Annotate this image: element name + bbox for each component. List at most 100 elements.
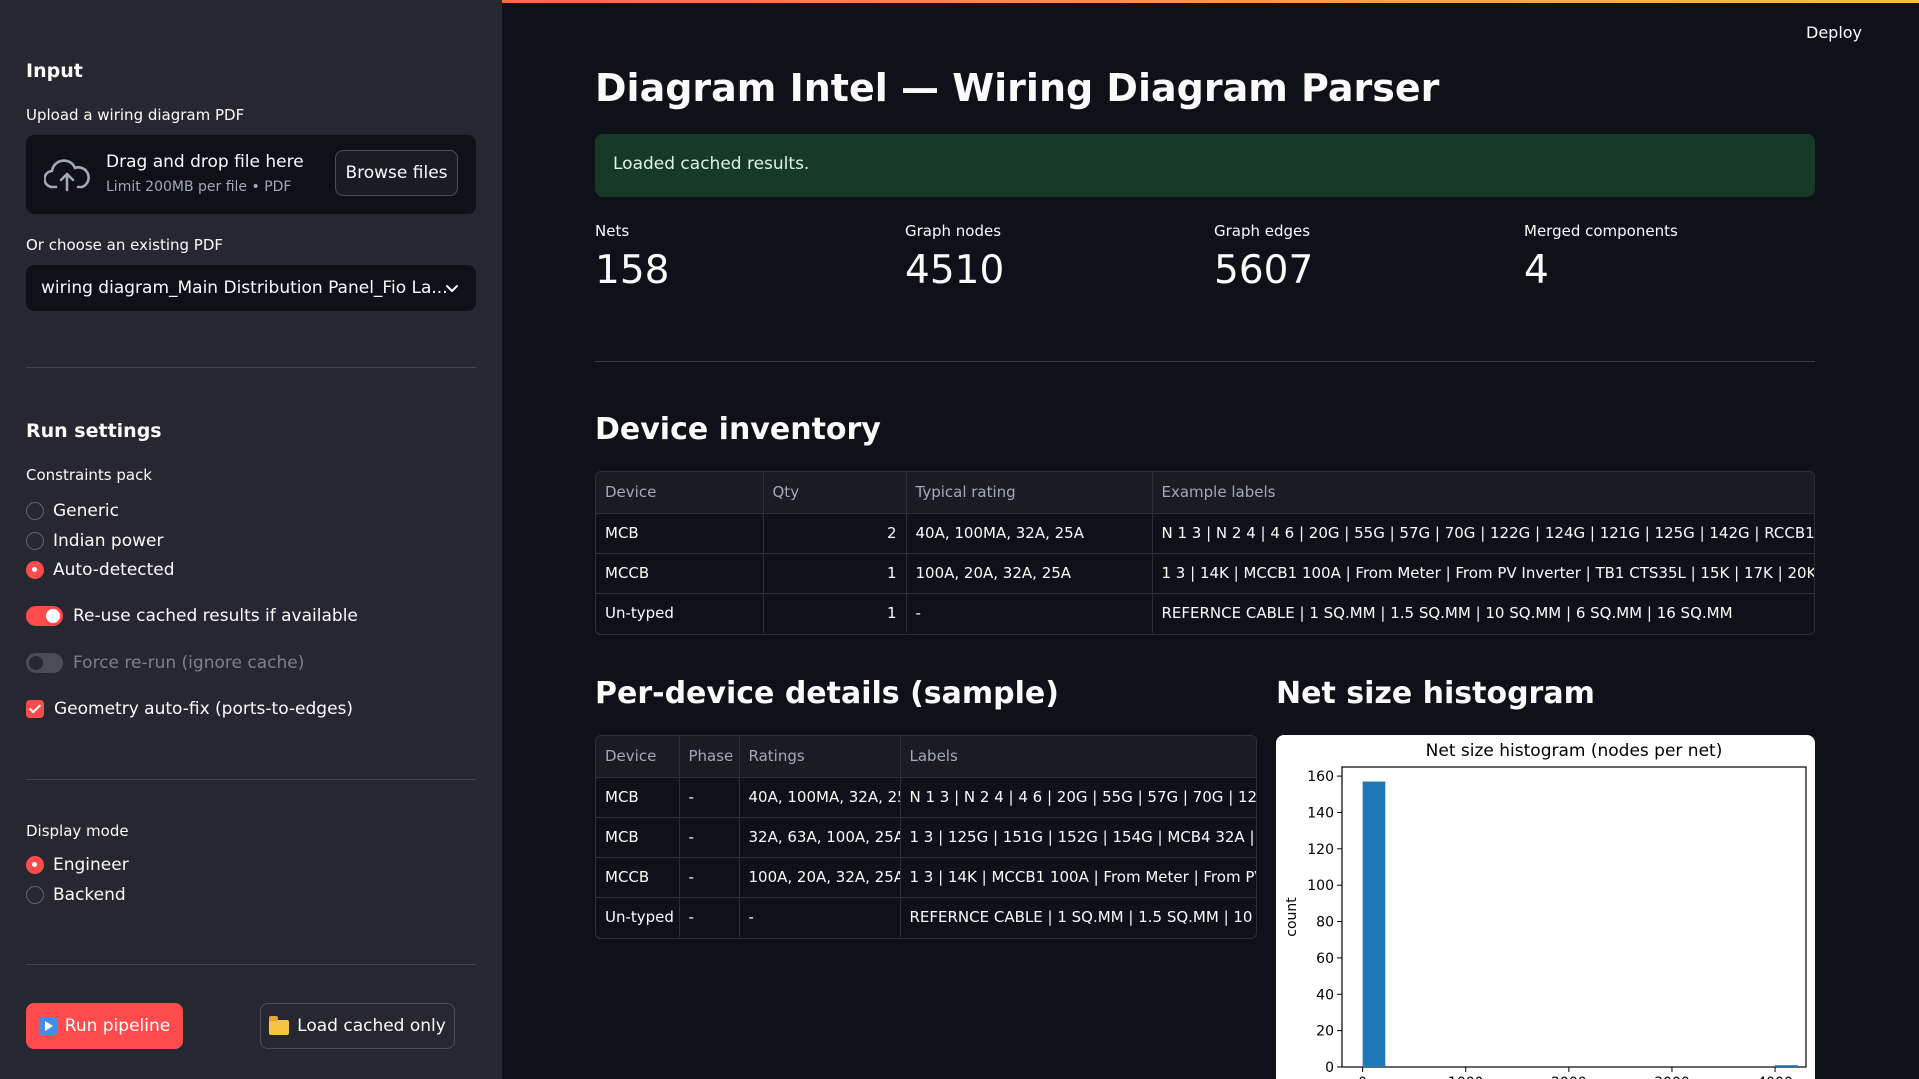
toggle-switch-on[interactable] <box>26 606 63 626</box>
plot-frame <box>1341 766 1807 1068</box>
histogram-svg: Net size histogram (nodes per net) 0 20 40 6… <box>1284 741 1807 1079</box>
table-cell[interactable]: MCCB <box>596 553 764 594</box>
radio-display-backend[interactable]: Backend <box>26 883 126 907</box>
table-cell[interactable]: 1 3 | 14K | MCCB1 100A | From Meter | Fr… <box>1152 553 1814 594</box>
table-cell[interactable]: 1 <box>763 553 907 594</box>
radio-constraints-auto-detected[interactable]: Auto-detected <box>26 558 175 582</box>
y-tick-label: 60 <box>1316 951 1334 967</box>
histogram-chart: Net size histogram (nodes per net) 0 20 40 6… <box>1276 735 1815 1079</box>
table-cell[interactable]: 40A, 100MA, 32A, 25A <box>906 513 1153 554</box>
table-cell[interactable]: - <box>906 593 1153 633</box>
load-cached-label: Load cached only <box>297 1016 446 1036</box>
radio-button[interactable] <box>26 886 44 904</box>
table-row: MCB 2 40A, 100MA, 32A, 25A N 1 3 | N 2 4… <box>596 513 1814 554</box>
y-tick-label: 0 <box>1325 1060 1334 1076</box>
radio-button-selected[interactable] <box>26 561 44 579</box>
reuse-cache-toggle[interactable]: Re-use cached results if available <box>26 604 358 628</box>
radio-label: Engineer <box>53 855 129 875</box>
column-header[interactable]: Qty <box>763 472 907 514</box>
y-tick-label: 80 <box>1316 915 1334 931</box>
checkbox-checked[interactable] <box>26 700 44 718</box>
device-inventory-table[interactable]: Device Qty Typical rating Example labels… <box>595 471 1815 635</box>
table-cell[interactable]: N 1 3 | N 2 4 | 4 6 | 20G | 55G | 57G | … <box>1152 513 1814 554</box>
metric-value-graph-edges: 5607 <box>1214 248 1314 293</box>
radio-display-engineer[interactable]: Engineer <box>26 853 129 877</box>
table-cell[interactable]: 1 <box>763 593 907 633</box>
table-cell[interactable]: 1 3 | 125G | 151G | 152G | 154G | MCB4 3… <box>900 817 1256 858</box>
table-cell[interactable]: - <box>679 897 740 937</box>
column-header[interactable]: Ratings <box>739 736 901 778</box>
metric-label-merged-components: Merged components <box>1524 222 1678 240</box>
sidebar: Input Upload a wiring diagram PDF Drag a… <box>0 0 502 1079</box>
x-tick-label: 1000 <box>1448 1075 1484 1079</box>
folder-icon <box>269 1015 290 1035</box>
radio-label: Backend <box>53 885 126 905</box>
constraints-pack-label: Constraints pack <box>26 466 152 484</box>
per-device-details-table[interactable]: Device Phase Ratings Labels MCB - 40A, 1… <box>595 735 1257 939</box>
table-cell[interactable]: 100A, 20A, 32A, 25A <box>906 553 1153 594</box>
chart-title: Net size histogram (nodes per net) <box>1426 741 1723 761</box>
metric-label-graph-edges: Graph edges <box>1214 222 1311 240</box>
column-header[interactable]: Device <box>596 472 764 514</box>
table-row: Un-typed - - REFERNCE CABLE | 1 SQ.MM | … <box>596 897 1257 937</box>
table-row: MCB - 40A, 100MA, 32A, 25A N 1 3 | N 2 4… <box>596 777 1256 818</box>
run-pipeline-label: Run pipeline <box>64 1016 171 1036</box>
table-header-row: Device Qty Typical rating Example labels <box>596 472 1814 514</box>
table-row: MCB - 32A, 63A, 100A, 25A 1 3 | 125G | 1… <box>596 817 1256 858</box>
column-header[interactable]: Device <box>596 736 680 778</box>
geometry-autofix-checkbox[interactable]: Geometry auto-fix (ports-to-edges) <box>26 697 353 721</box>
run-pipeline-button[interactable]: Run pipeline <box>26 1003 183 1049</box>
metric-label-nets: Nets <box>595 222 630 240</box>
force-rerun-toggle[interactable]: Force re-run (ignore cache) <box>26 651 304 675</box>
table-cell[interactable]: 100A, 20A, 32A, 25A <box>739 857 901 898</box>
file-uploader-dropzone[interactable]: Drag and drop file here Limit 200MB per … <box>26 135 476 214</box>
table-cell[interactable]: 1 3 | 14K | MCCB1 100A | From Meter | Fr… <box>900 857 1256 898</box>
toggle-switch-off[interactable] <box>26 653 63 673</box>
column-header[interactable]: Typical rating <box>906 472 1153 514</box>
device-inventory-heading: Device inventory <box>595 412 881 447</box>
column-header[interactable]: Example labels <box>1152 472 1814 514</box>
x-tick-label: 0 <box>1358 1075 1367 1079</box>
toggle-label: Force re-run (ignore cache) <box>73 653 305 673</box>
browse-files-button[interactable]: Browse files <box>335 150 458 196</box>
success-alert: Loaded cached results. <box>595 134 1815 197</box>
toggle-label: Re-use cached results if available <box>73 606 358 626</box>
radio-button-selected[interactable] <box>26 856 44 874</box>
column-header[interactable]: Phase <box>679 736 740 778</box>
y-tick-label: 120 <box>1307 842 1334 858</box>
y-tick-label: 160 <box>1307 769 1334 785</box>
radio-constraints-generic[interactable]: Generic <box>26 499 119 523</box>
table-cell[interactable]: REFERNCE CABLE | 1 SQ.MM | 1.5 SQ.MM | 1… <box>900 897 1257 937</box>
upload-label: Upload a wiring diagram PDF <box>26 106 245 124</box>
sidebar-divider <box>26 964 476 965</box>
table-row: Un-typed 1 - REFERNCE CABLE | 1 SQ.MM | … <box>596 593 1814 633</box>
page-title: Diagram Intel — Wiring Diagram Parser <box>595 66 1440 110</box>
cloud-upload-icon <box>44 159 90 192</box>
table-cell[interactable]: Un-typed <box>596 593 764 633</box>
table-cell[interactable]: 2 <box>763 513 907 554</box>
column-header[interactable]: Labels <box>900 736 1256 778</box>
table-cell[interactable]: MCCB <box>596 857 680 898</box>
radio-label: Auto-detected <box>53 560 175 580</box>
existing-pdf-select[interactable]: wiring diagram_Main Distribution Panel_F… <box>26 265 476 311</box>
table-cell[interactable]: Un-typed <box>596 897 680 937</box>
table-cell[interactable]: MCB <box>596 513 764 554</box>
radio-label: Generic <box>53 501 119 521</box>
y-tick-label: 140 <box>1307 805 1334 821</box>
table-cell[interactable]: - <box>679 857 740 898</box>
table-cell[interactable]: MCB <box>596 777 680 818</box>
radio-constraints-indian-power[interactable]: Indian power <box>26 529 163 553</box>
table-cell[interactable]: - <box>679 817 740 858</box>
chevron-down-icon <box>446 285 458 292</box>
table-cell[interactable]: - <box>739 897 901 937</box>
table-cell[interactable]: MCB <box>596 817 680 858</box>
table-cell[interactable]: - <box>679 777 740 818</box>
table-cell[interactable]: 40A, 100MA, 32A, 25A <box>739 777 901 818</box>
load-cached-button[interactable]: Load cached only <box>260 1003 455 1049</box>
table-cell[interactable]: REFERNCE CABLE | 1 SQ.MM | 1.5 SQ.MM | 1… <box>1152 593 1814 633</box>
deploy-button[interactable]: Deploy <box>1806 23 1862 42</box>
radio-button[interactable] <box>26 502 44 520</box>
table-cell[interactable]: N 1 3 | N 2 4 | 4 6 | 20G | 55G | 57G | … <box>900 777 1256 818</box>
table-cell[interactable]: 32A, 63A, 100A, 25A <box>739 817 901 858</box>
radio-button[interactable] <box>26 532 44 550</box>
